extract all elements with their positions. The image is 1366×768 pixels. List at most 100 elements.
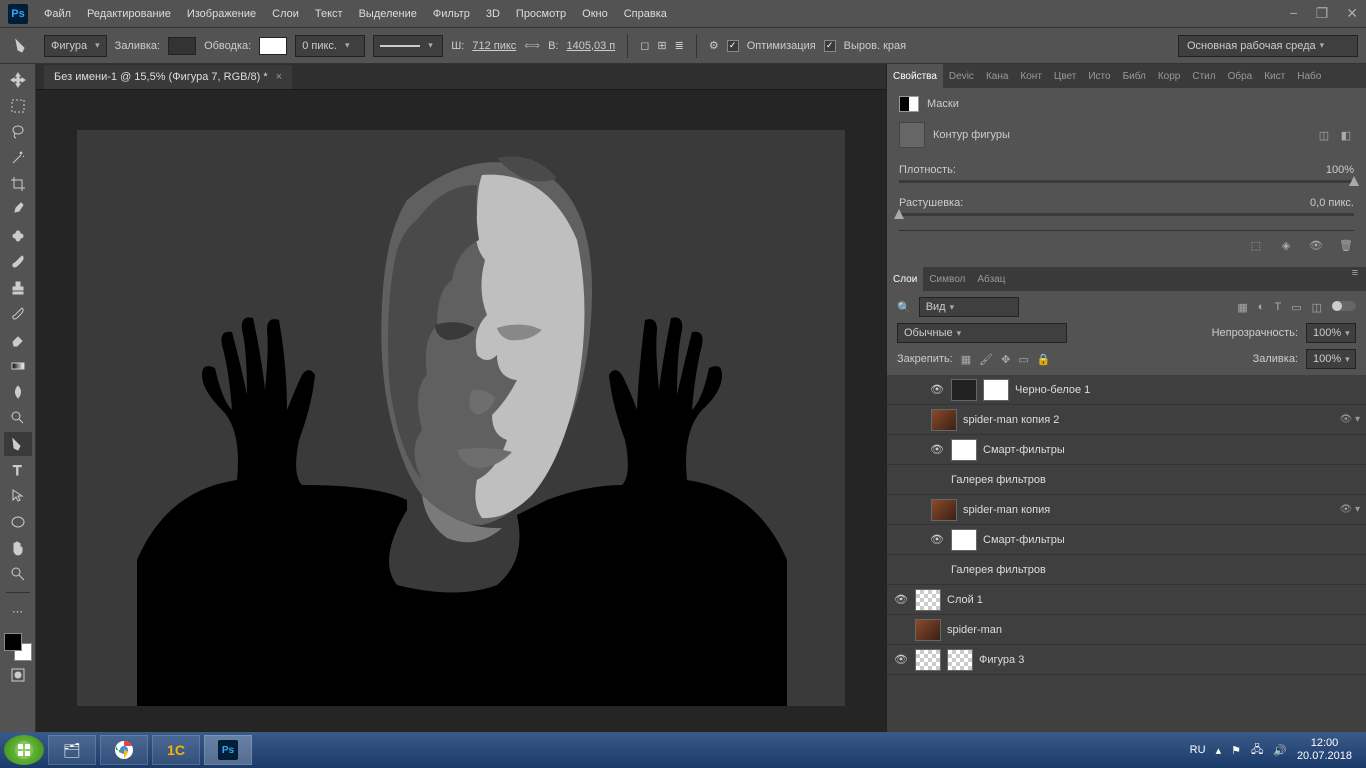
minimize-icon[interactable]: − [1290,5,1298,22]
tray-clock[interactable]: 12:00 20.07.2018 [1297,737,1352,763]
layer-fx-badge[interactable]: 👁 ▾ [1340,414,1361,425]
align-edges-checkbox[interactable] [824,40,836,52]
feather-slider[interactable]: Растушевка: 0,0 пикс. [899,197,1354,216]
mask-from-sel-icon[interactable]: ⬚ [1248,237,1264,253]
taskbar-explorer[interactable]: 🗂 [48,735,96,765]
layer-row[interactable]: 👁Слой 1 [887,585,1366,615]
height-value[interactable]: 1405,03 п [566,40,615,52]
layer-filter-kind[interactable]: Вид [919,297,1019,317]
path-ops-icon[interactable]: ◻ [640,39,649,52]
dodge-tool[interactable] [4,406,32,430]
layer-thumb[interactable] [951,529,977,551]
taskbar-photoshop[interactable]: Ps [204,735,252,765]
layer-thumb[interactable] [951,439,977,461]
tab-layers[interactable]: Слои [887,267,923,291]
tab-toolpresets[interactable]: Набо [1291,64,1327,88]
density-slider[interactable]: Плотность: 100% [899,164,1354,183]
tab-channels[interactable]: Кана [980,64,1014,88]
heal-tool[interactable] [4,224,32,248]
menu-view[interactable]: Просмотр [516,8,566,20]
tab-adjustments[interactable]: Корр [1152,64,1187,88]
contour-thumb[interactable] [899,122,925,148]
mask-select-icon[interactable]: ◫ [1316,127,1332,143]
layer-visibility-icon[interactable]: 👁 [929,383,945,396]
layer-row[interactable]: 👁Черно-белое 1 [887,375,1366,405]
maximize-icon[interactable]: ❐ [1316,5,1329,22]
panel-menu-icon[interactable]: ≡ [1344,267,1366,291]
tab-close-icon[interactable]: × [276,71,282,83]
menu-file[interactable]: Файл [44,8,71,20]
arrange-icon[interactable]: ≣ [675,39,684,52]
align-icon[interactable]: ⊞ [657,39,666,52]
mask-delete-icon[interactable]: 🗑 [1338,237,1354,253]
lock-all-icon[interactable]: 🔒 [1037,353,1051,366]
marquee-tool[interactable] [4,94,32,118]
layer-visibility-icon[interactable]: 👁 [929,443,945,456]
fill-opacity-value[interactable]: 100% [1306,349,1356,369]
canvas[interactable] [77,130,845,706]
crop-tool[interactable] [4,172,32,196]
layer-row[interactable]: spider-man копия 2👁 ▾ [887,405,1366,435]
lasso-tool[interactable] [4,120,32,144]
layer-row[interactable]: spider-man копия👁 ▾ [887,495,1366,525]
move-tool[interactable] [4,68,32,92]
filter-shape-icon[interactable]: ▭ [1291,301,1301,314]
tab-paths[interactable]: Конт [1014,64,1048,88]
layer-row[interactable]: 👁Фигура 3 [887,645,1366,675]
layer-fx-badge[interactable]: 👁 ▾ [1340,504,1361,515]
hand-tool[interactable] [4,536,32,560]
menu-edit[interactable]: Редактирование [87,8,171,20]
menu-window[interactable]: Окно [582,8,608,20]
filter-search-icon[interactable]: 🔍 [897,301,911,314]
fg-color[interactable] [4,633,22,651]
layer-row[interactable]: Галерея фильтров [887,555,1366,585]
layer-visibility-icon[interactable]: 👁 [929,533,945,546]
filter-type-icon[interactable]: T [1274,301,1281,314]
stamp-tool[interactable] [4,276,32,300]
layer-thumb[interactable] [983,379,1009,401]
layer-thumb[interactable] [915,619,941,641]
layer-thumb[interactable] [931,499,957,521]
tab-history[interactable]: Исто [1082,64,1116,88]
fill-swatch[interactable] [168,37,196,55]
zoom-tool[interactable] [4,562,32,586]
blend-mode-dropdown[interactable]: Обычные [897,323,1067,343]
history-brush-tool[interactable] [4,302,32,326]
filter-smart-icon[interactable]: ◫ [1312,301,1322,314]
layer-thumb[interactable] [915,649,941,671]
stroke-style-dropdown[interactable] [373,35,443,57]
layer-thumb[interactable] [951,379,977,401]
tab-brushes[interactable]: Кист [1258,64,1291,88]
opacity-value[interactable]: 100% [1306,323,1356,343]
mask-toggle-icon[interactable]: 👁 [1308,237,1324,253]
gradient-tool[interactable] [4,354,32,378]
tab-swatches[interactable]: Обра [1222,64,1259,88]
optimize-checkbox[interactable] [727,40,739,52]
layer-thumb[interactable] [915,589,941,611]
menu-image[interactable]: Изображение [187,8,256,20]
eyedropper-tool[interactable] [4,198,32,222]
tab-properties[interactable]: Свойства [887,64,943,88]
menu-select[interactable]: Выделение [359,8,417,20]
tab-device[interactable]: Devic [943,64,980,88]
width-value[interactable]: 712 пикс [472,40,516,52]
layer-row[interactable]: 👁Смарт-фильтры [887,525,1366,555]
type-tool[interactable]: T [4,458,32,482]
layer-row[interactable]: 👁Смарт-фильтры [887,435,1366,465]
filter-toggle[interactable] [1332,301,1356,311]
layer-row[interactable]: Галерея фильтров [887,465,1366,495]
menu-text[interactable]: Текст [315,8,343,20]
filter-adjust-icon[interactable]: ◐ [1258,301,1265,314]
menu-filter[interactable]: Фильтр [433,8,470,20]
tray-network-icon[interactable]: 🖧 [1251,741,1263,760]
close-icon[interactable]: ✕ [1346,5,1358,22]
canvas-viewport[interactable] [36,90,886,746]
layer-visibility-icon[interactable]: 👁 [893,593,909,606]
menu-help[interactable]: Справка [624,8,667,20]
lock-trans-icon[interactable]: ▦ [961,353,971,366]
menu-3d[interactable]: 3D [486,8,500,20]
tab-libraries[interactable]: Библ [1117,64,1152,88]
tab-color[interactable]: Цвет [1048,64,1082,88]
link-wh-icon[interactable]: ⟺ [524,39,540,52]
stroke-width-input[interactable]: 0 пикс. [295,35,365,57]
